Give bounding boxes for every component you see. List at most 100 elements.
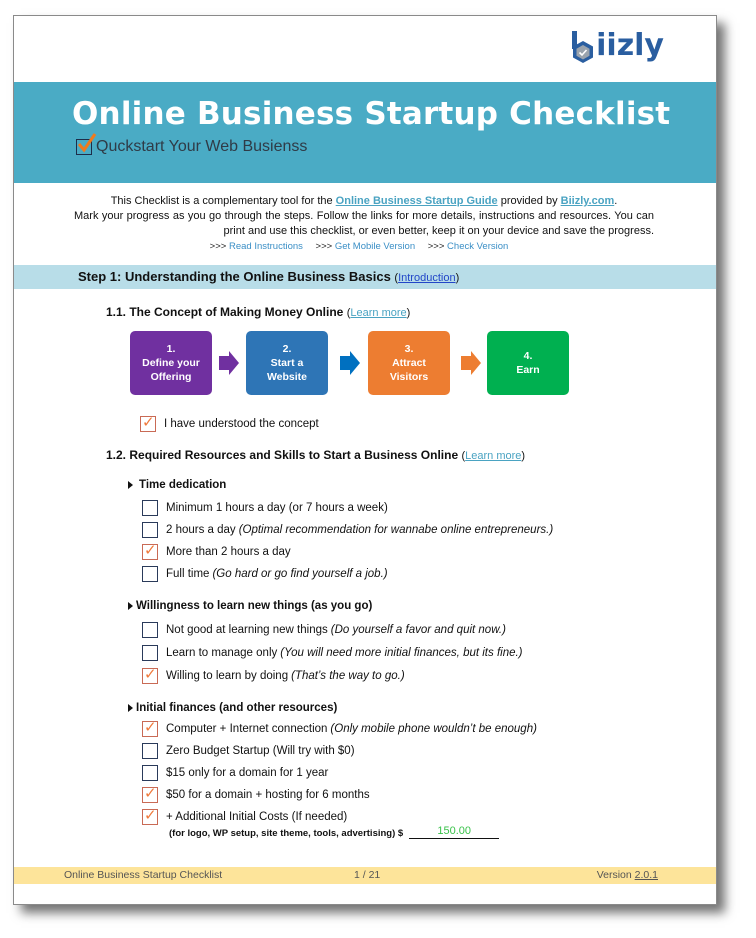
link-prefix: >>> [209,241,229,252]
checkbox-note: (Do yourself a favor and quit now.) [330,624,506,636]
logo-text: iizly [596,28,664,63]
additional-costs-note: (for logo, WP setup, site theme, tools, … [169,828,404,839]
triangle-bullet-icon [128,602,133,610]
triangle-bullet-icon [128,481,133,489]
checkbox-checked[interactable]: ✓ [142,807,158,825]
checkbox-label: Not good at learning new things [166,624,328,636]
checkbox-unchecked[interactable] [142,500,158,516]
checkbox-checked[interactable]: ✓ [142,542,158,560]
option-50-domain-hosting[interactable]: ✓ $50 for a domain + hosting for 6 month… [142,785,370,803]
flow-step-number: 4. [523,350,533,362]
checkbox-unchecked[interactable] [142,765,158,781]
subtitle-text: Quckstart Your Web Busienss [96,138,308,155]
version-label: Version [596,869,635,881]
footer-title: Online Business Startup Checklist [64,869,223,881]
checkbox-unchecked[interactable] [142,522,158,538]
intro-text-a: This Checklist is a complementary tool f… [110,195,336,207]
title-banner: Online Business Startup Checklist Quckst… [14,82,716,183]
checkbox-unchecked[interactable] [142,645,158,661]
section-1-2-title: 1.2. Required Resources and Skills to St… [106,448,526,462]
section-1-1-label: 1.1. The Concept of Making Money Online [106,305,347,319]
checkbox-note: (Only mobile phone wouldn’t be enough) [330,723,537,735]
flow-step-number: 3. [404,343,414,355]
flow-step-label: Define your Offering [142,357,200,383]
group-initial-finances: Initial finances (and other resources) [128,702,337,714]
option-learn-by-doing[interactable]: ✓ Willing to learn by doing (That’s the … [142,666,405,684]
checkbox-unchecked[interactable] [142,743,158,759]
option-zero-budget[interactable]: Zero Budget Startup (Will try with $0) [142,743,355,759]
intro-text-b: provided by [497,195,561,207]
checkmark-icon: ✓ [142,414,155,431]
link-prefix: >>> [315,241,335,252]
quick-links: >>> Read Instructions >>> Get Mobile Ver… [74,239,654,254]
checklist-page: iizly Online Business Startup Checklist … [13,15,717,905]
read-instructions-link[interactable]: Read Instructions [229,241,303,252]
checkmark-icon: ✓ [144,785,157,802]
option-2-hours[interactable]: 2 hours a day (Optimal recommendation fo… [142,522,553,538]
biizly-link[interactable]: Biizly.com [561,195,615,207]
additional-costs-row: (for logo, WP setup, site theme, tools, … [169,825,500,839]
learn-more-link-1-1[interactable]: Learn more [350,307,406,319]
group-label: Initial finances (and other resources) [136,702,338,714]
option-minimum-1-hour[interactable]: Minimum 1 hours a day (or 7 hours a week… [142,500,388,516]
additional-costs-amount-field[interactable]: 150.00 [409,825,500,839]
option-15-domain[interactable]: $15 only for a domain for 1 year [142,765,328,781]
version-link[interactable]: 2.0.1 [635,869,658,881]
checkbox-note: (Go hard or go find yourself a job.) [212,568,388,580]
biizly-logo[interactable]: iizly [571,28,664,63]
checkmark-icon: ✓ [144,666,157,683]
option-more-than-2-hours[interactable]: ✓ More than 2 hours a day [142,542,291,560]
intro-text-c: . [614,195,618,207]
understood-concept-checkbox[interactable]: ✓ I have understood the concept [140,414,319,432]
link-prefix: >>> [427,241,448,252]
intro-line-2: Mark your progress as you go through the… [74,210,654,237]
group-label: Time dedication [139,479,227,491]
introduction-link[interactable]: Introduction [398,272,455,284]
check-version-link[interactable]: Check Version [447,241,508,252]
checkbox-label: More than 2 hours a day [166,546,291,558]
learn-more-link-1-2[interactable]: Learn more [465,450,521,462]
checkbox-note: (That’s the way to go.) [291,670,405,682]
checkbox-label: Computer + Internet connection [166,723,328,735]
checkbox-checked[interactable]: ✓ [142,785,158,803]
mobile-version-link[interactable]: Get Mobile Version [335,241,415,252]
checkbox-unchecked[interactable] [142,566,158,582]
flow-step-start-website: 2. Start a Website [246,331,328,395]
checkmark-icon: ✓ [144,807,157,824]
section-1-1-title: 1.1. The Concept of Making Money Online … [106,305,411,319]
checkbox-label: Zero Budget Startup (Will try with $0) [166,745,355,757]
step-1-title: Step 1: Understanding the Online Busines… [78,269,395,284]
flow-step-number: 2. [282,343,292,355]
guide-link[interactable]: Online Business Startup Guide [336,195,498,207]
group-label: Willingness to learn new things (as you … [136,600,373,612]
checkbox-label: Minimum 1 hours a day (or 7 hours a week… [166,502,388,514]
subtitle: Quckstart Your Web Busienss [76,133,308,156]
biizly-hexagon-icon [571,31,595,63]
flow-step-earn: 4. Earn [487,331,569,395]
checkbox-note: (You will need more initial finances, bu… [280,647,523,659]
checkbox-label: Learn to manage only [166,647,278,659]
checkbox-label: $50 for a domain + hosting for 6 months [166,789,370,801]
option-not-good-learning[interactable]: Not good at learning new things (Do your… [142,622,506,638]
checkmark-icon: ✓ [144,542,157,559]
option-learn-to-manage[interactable]: Learn to manage only (You will need more… [142,645,523,661]
checkmark-icon [76,133,97,155]
option-full-time[interactable]: Full time (Go hard or go find yourself a… [142,566,388,582]
option-additional-costs[interactable]: ✓ + Additional Initial Costs (If needed) [142,807,348,825]
option-computer-internet[interactable]: ✓ Computer + Internet connection (Only m… [142,719,537,737]
triangle-bullet-icon [128,704,133,712]
intro-line-1: This Checklist is a complementary tool f… [74,194,654,209]
checkbox-checked[interactable]: ✓ [140,414,156,432]
checkbox-label: + Additional Initial Costs (If needed) [166,811,348,823]
checkbox-label: Full time [166,568,210,580]
checkbox-checked[interactable]: ✓ [142,666,158,684]
checkmark-icon: ✓ [144,719,157,736]
flow-step-label: Earn [516,364,540,376]
checkbox-checked[interactable]: ✓ [142,719,158,737]
checkbox-unchecked[interactable] [142,622,158,638]
version-info: Version 2.0.1 [597,869,658,881]
group-willingness-to-learn: Willingness to learn new things (as you … [128,600,372,612]
checkbox-label: Willing to learn by doing [166,670,289,682]
group-time-dedication: Time dedication [128,479,226,491]
flow-step-define-offering: 1. Define your Offering [130,331,212,395]
